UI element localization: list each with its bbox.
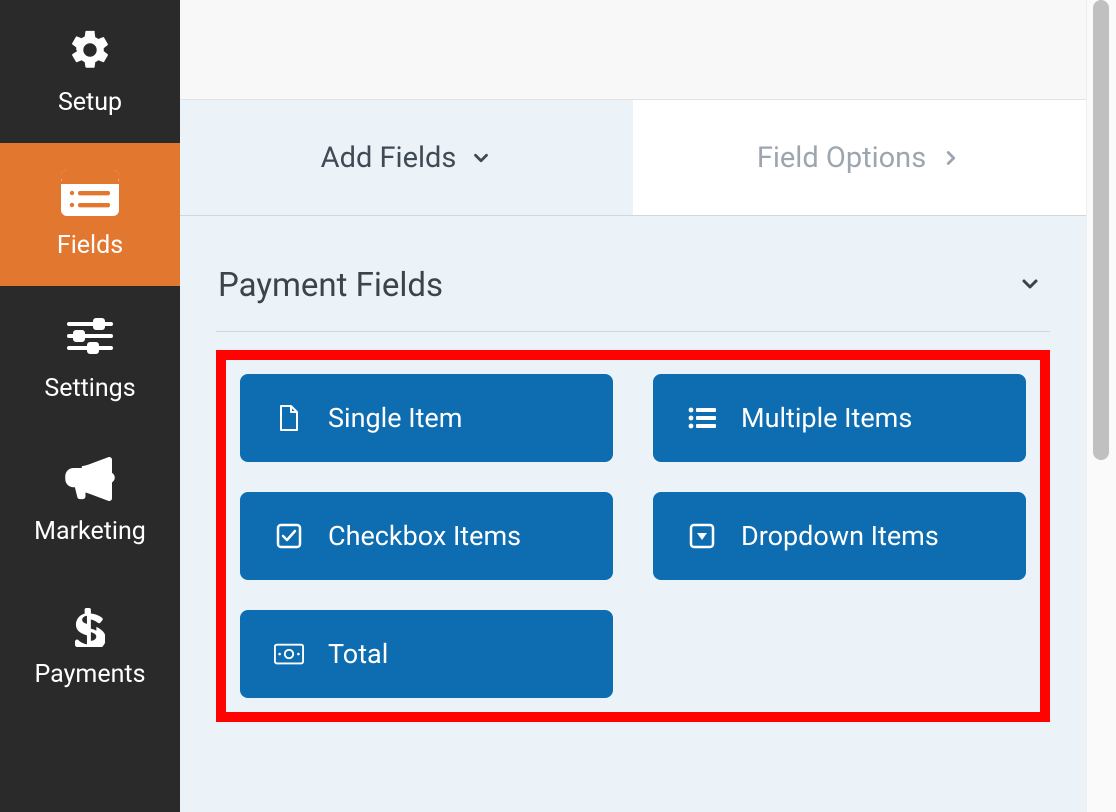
field-checkbox-items[interactable]: Checkbox Items bbox=[240, 492, 613, 580]
main-content: Add Fields Field Options Payment Fields bbox=[180, 0, 1086, 812]
tab-label: Field Options bbox=[757, 141, 926, 175]
scrollbar-thumb[interactable] bbox=[1093, 0, 1109, 460]
payment-fields-section: Payment Fields Single Item bbox=[180, 216, 1086, 722]
panel-tabs: Add Fields Field Options bbox=[180, 100, 1086, 216]
field-single-item[interactable]: Single Item bbox=[240, 374, 613, 462]
checkbox-icon bbox=[274, 523, 304, 549]
sidebar-item-marketing[interactable]: Marketing bbox=[0, 429, 180, 572]
field-label: Total bbox=[328, 638, 388, 670]
scrollbar[interactable] bbox=[1086, 0, 1116, 812]
sidebar-item-label: Fields bbox=[57, 231, 123, 260]
caret-square-icon bbox=[687, 523, 717, 549]
tab-label: Add Fields bbox=[321, 141, 457, 175]
sidebar-item-payments[interactable]: Payments bbox=[0, 572, 180, 715]
sidebar: Setup Fields Settings Marketing bbox=[0, 0, 180, 812]
add-fields-panel: Add Fields Field Options Payment Fields bbox=[180, 100, 1086, 812]
field-total[interactable]: Total bbox=[240, 610, 613, 698]
field-label: Multiple Items bbox=[741, 402, 912, 434]
field-dropdown-items[interactable]: Dropdown Items bbox=[653, 492, 1026, 580]
section-header[interactable]: Payment Fields bbox=[216, 248, 1050, 332]
chevron-down-icon bbox=[470, 147, 492, 169]
tab-add-fields[interactable]: Add Fields bbox=[180, 100, 633, 215]
highlighted-fields: Single Item Multiple Items Checkbox Item… bbox=[216, 350, 1050, 722]
sidebar-item-label: Payments bbox=[35, 660, 146, 689]
sidebar-item-setup[interactable]: Setup bbox=[0, 0, 180, 143]
sidebar-item-settings[interactable]: Settings bbox=[0, 286, 180, 429]
money-icon bbox=[274, 643, 304, 665]
list-icon bbox=[687, 407, 717, 429]
chevron-right-icon bbox=[940, 147, 962, 169]
gear-icon bbox=[67, 26, 113, 74]
sidebar-item-label: Settings bbox=[44, 374, 135, 403]
field-label: Single Item bbox=[328, 402, 462, 434]
sidebar-item-label: Setup bbox=[58, 88, 122, 117]
top-bar bbox=[180, 0, 1086, 100]
field-label: Checkbox Items bbox=[328, 520, 521, 552]
bullhorn-icon bbox=[65, 455, 115, 503]
tab-field-options[interactable]: Field Options bbox=[633, 100, 1086, 215]
section-title: Payment Fields bbox=[218, 266, 443, 305]
sidebar-item-fields[interactable]: Fields bbox=[0, 143, 180, 286]
sliders-icon bbox=[65, 312, 115, 360]
sidebar-item-label: Marketing bbox=[34, 517, 146, 546]
file-icon bbox=[274, 404, 304, 432]
field-multiple-items[interactable]: Multiple Items bbox=[653, 374, 1026, 462]
dollar-icon bbox=[75, 598, 105, 646]
form-icon bbox=[60, 169, 120, 217]
chevron-down-icon bbox=[1018, 272, 1042, 300]
field-label: Dropdown Items bbox=[741, 520, 939, 552]
